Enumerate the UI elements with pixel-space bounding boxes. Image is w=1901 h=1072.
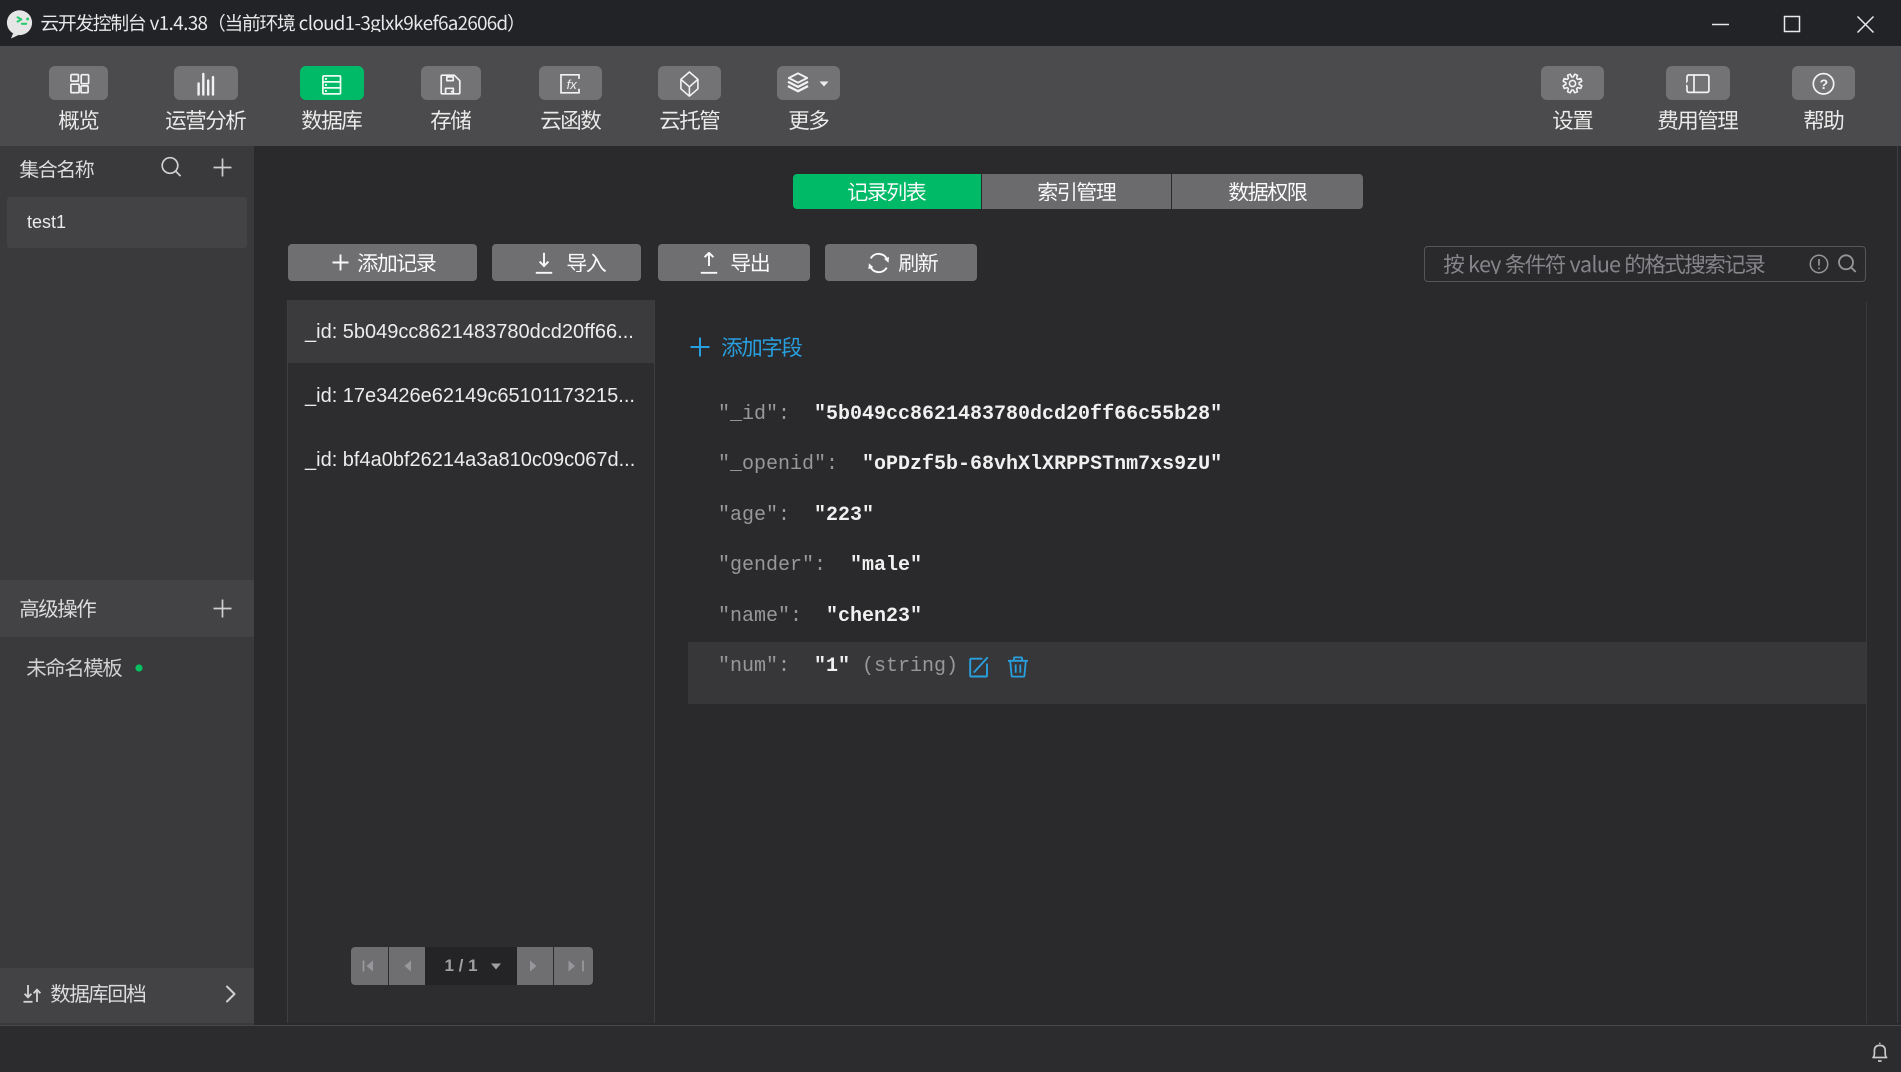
svg-text:?: ? (1820, 76, 1829, 92)
svg-text:fx: fx (567, 77, 578, 92)
